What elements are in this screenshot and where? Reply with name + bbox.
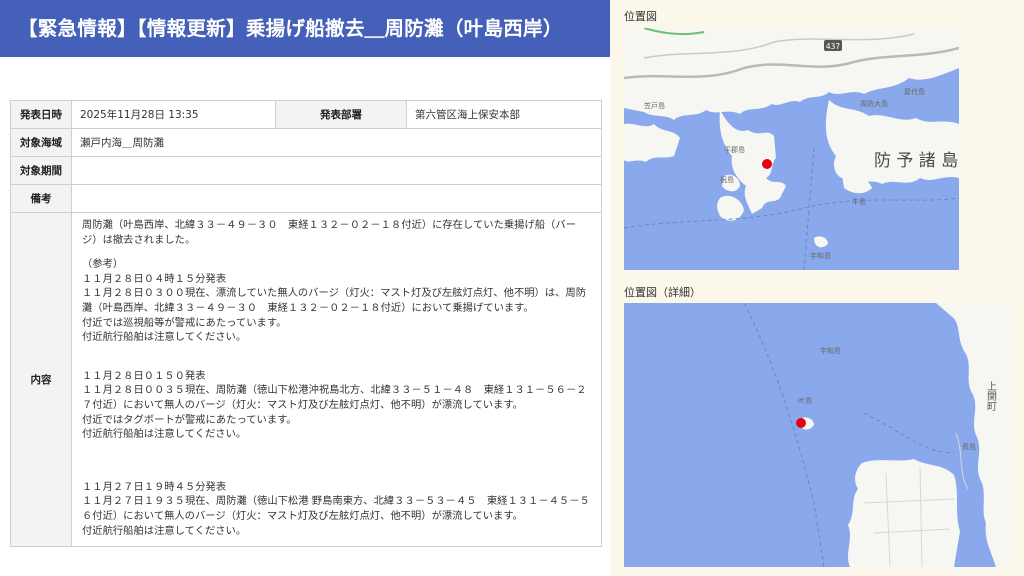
period-label: 対象期間 [10, 156, 72, 185]
dept-label: 発表部署 [275, 100, 407, 129]
route-badge: 437 [826, 42, 841, 51]
date-label: 発表日時 [10, 100, 72, 129]
update1-line3: 付近では巡視船等が警戒にあたっています。 [82, 316, 287, 329]
location-marker[interactable] [762, 159, 772, 169]
remarks-label: 備考 [10, 184, 72, 213]
area-value: 瀬戸内海＿周防灘 [71, 128, 602, 157]
table-row: 対象期間 [10, 156, 602, 185]
update2-head: １１月２８日０１５０発表 [82, 369, 206, 382]
dept-value: 第六管区海上保安本部 [406, 100, 602, 129]
content-ref: （参考） [82, 258, 124, 271]
map1-small-label: 笠戸島 [644, 101, 665, 110]
detail-map[interactable]: 上関町 叶島 長島 宇和島 [624, 303, 1011, 567]
location-map-graphic: 437 防 予 諸 島 笠戸島 平郡島 祝島 屋代島 周防大島 牛島 宇和島 [624, 28, 959, 270]
map2-label: 位置図（詳細） [624, 286, 701, 299]
map1-small-label: 牛島 [852, 197, 866, 206]
update1-line4: 付近航行船舶は注意してください。 [82, 331, 247, 344]
map2-island-label: 宇和島 [820, 346, 841, 355]
update1-head: １１月２８日０４時１５分発表 [82, 272, 227, 285]
location-marker[interactable] [796, 418, 806, 428]
area-label: 対象海域 [10, 128, 72, 157]
update2-line4: 付近航行船舶は注意してください。 [82, 428, 247, 441]
map1-small-label: 祝島 [720, 175, 734, 184]
page-title: 【緊急情報】【情報更新】乗揚げ船撤去＿周防灘（叶島西岸） [0, 0, 610, 57]
table-row: 内容 周防灘（叶島西岸、北緯３３－４９－３０ 東経１３２－０２－１８付近）に存在… [10, 211, 602, 548]
map2-town-label: 上関町 [985, 381, 997, 411]
map2-islet-label: 叶島 [798, 396, 812, 405]
notice-table: 発表日時 2025年11月28日 13:35 発表部署 第六管区海上保安本部 対… [10, 100, 602, 548]
update3-line4: 付近航行船舶は注意してください。 [82, 524, 247, 537]
map1-label: 位置図 [624, 10, 657, 23]
map1-small-label: 宇和島 [810, 251, 831, 260]
date-value: 2025年11月28日 13:35 [71, 100, 276, 129]
map1-region-label: 防 予 諸 島 [874, 151, 958, 171]
update2-body: １１月２８日００３５現在、周防灘（徳山下松港沖祝島北方、北緯３３－５１－４８ 東… [82, 384, 587, 411]
notice-panel: 【緊急情報】【情報更新】乗揚げ船撤去＿周防灘（叶島西岸） 発表日時 2025年1… [0, 0, 610, 576]
detail-map-graphic: 上関町 叶島 長島 宇和島 [624, 303, 1011, 567]
map1-small-label: 周防大島 [860, 99, 888, 108]
update3-head: １１月２７日１９時４５分発表 [82, 480, 227, 493]
period-value [71, 156, 602, 185]
content-label: 内容 [10, 211, 72, 548]
map1-small-label: 屋代島 [904, 87, 925, 96]
content-body: 周防灘（叶島西岸、北緯３３－４９－３０ 東経１３２－０２－１８付近）に存在してい… [71, 211, 602, 548]
map1-small-label: 平郡島 [724, 145, 745, 154]
table-row: 発表日時 2025年11月28日 13:35 発表部署 第六管区海上保安本部 [10, 100, 602, 129]
remarks-value [71, 184, 602, 213]
update1-body: １１月２８日０３００現在、漂流していた無人のバージ（灯火：マスト灯及び左舷灯点灯… [82, 287, 587, 314]
map2-island-label: 長島 [962, 442, 976, 451]
update3-body: １１月２７日１９３５現在、周防灘（徳山下松港 野島南東方、北緯３３－５３－４５ … [82, 495, 590, 522]
location-map[interactable]: 437 防 予 諸 島 笠戸島 平郡島 祝島 屋代島 周防大島 牛島 宇和島 [624, 28, 959, 270]
table-row: 対象海域 瀬戸内海＿周防灘 [10, 128, 602, 157]
content-main: 周防灘（叶島西岸、北緯３３－４９－３０ 東経１３２－０２－１８付近）に存在してい… [82, 219, 576, 246]
update2-line3: 付近ではタグボートが警戒にあたっています。 [82, 413, 297, 426]
table-row: 備考 [10, 184, 602, 213]
